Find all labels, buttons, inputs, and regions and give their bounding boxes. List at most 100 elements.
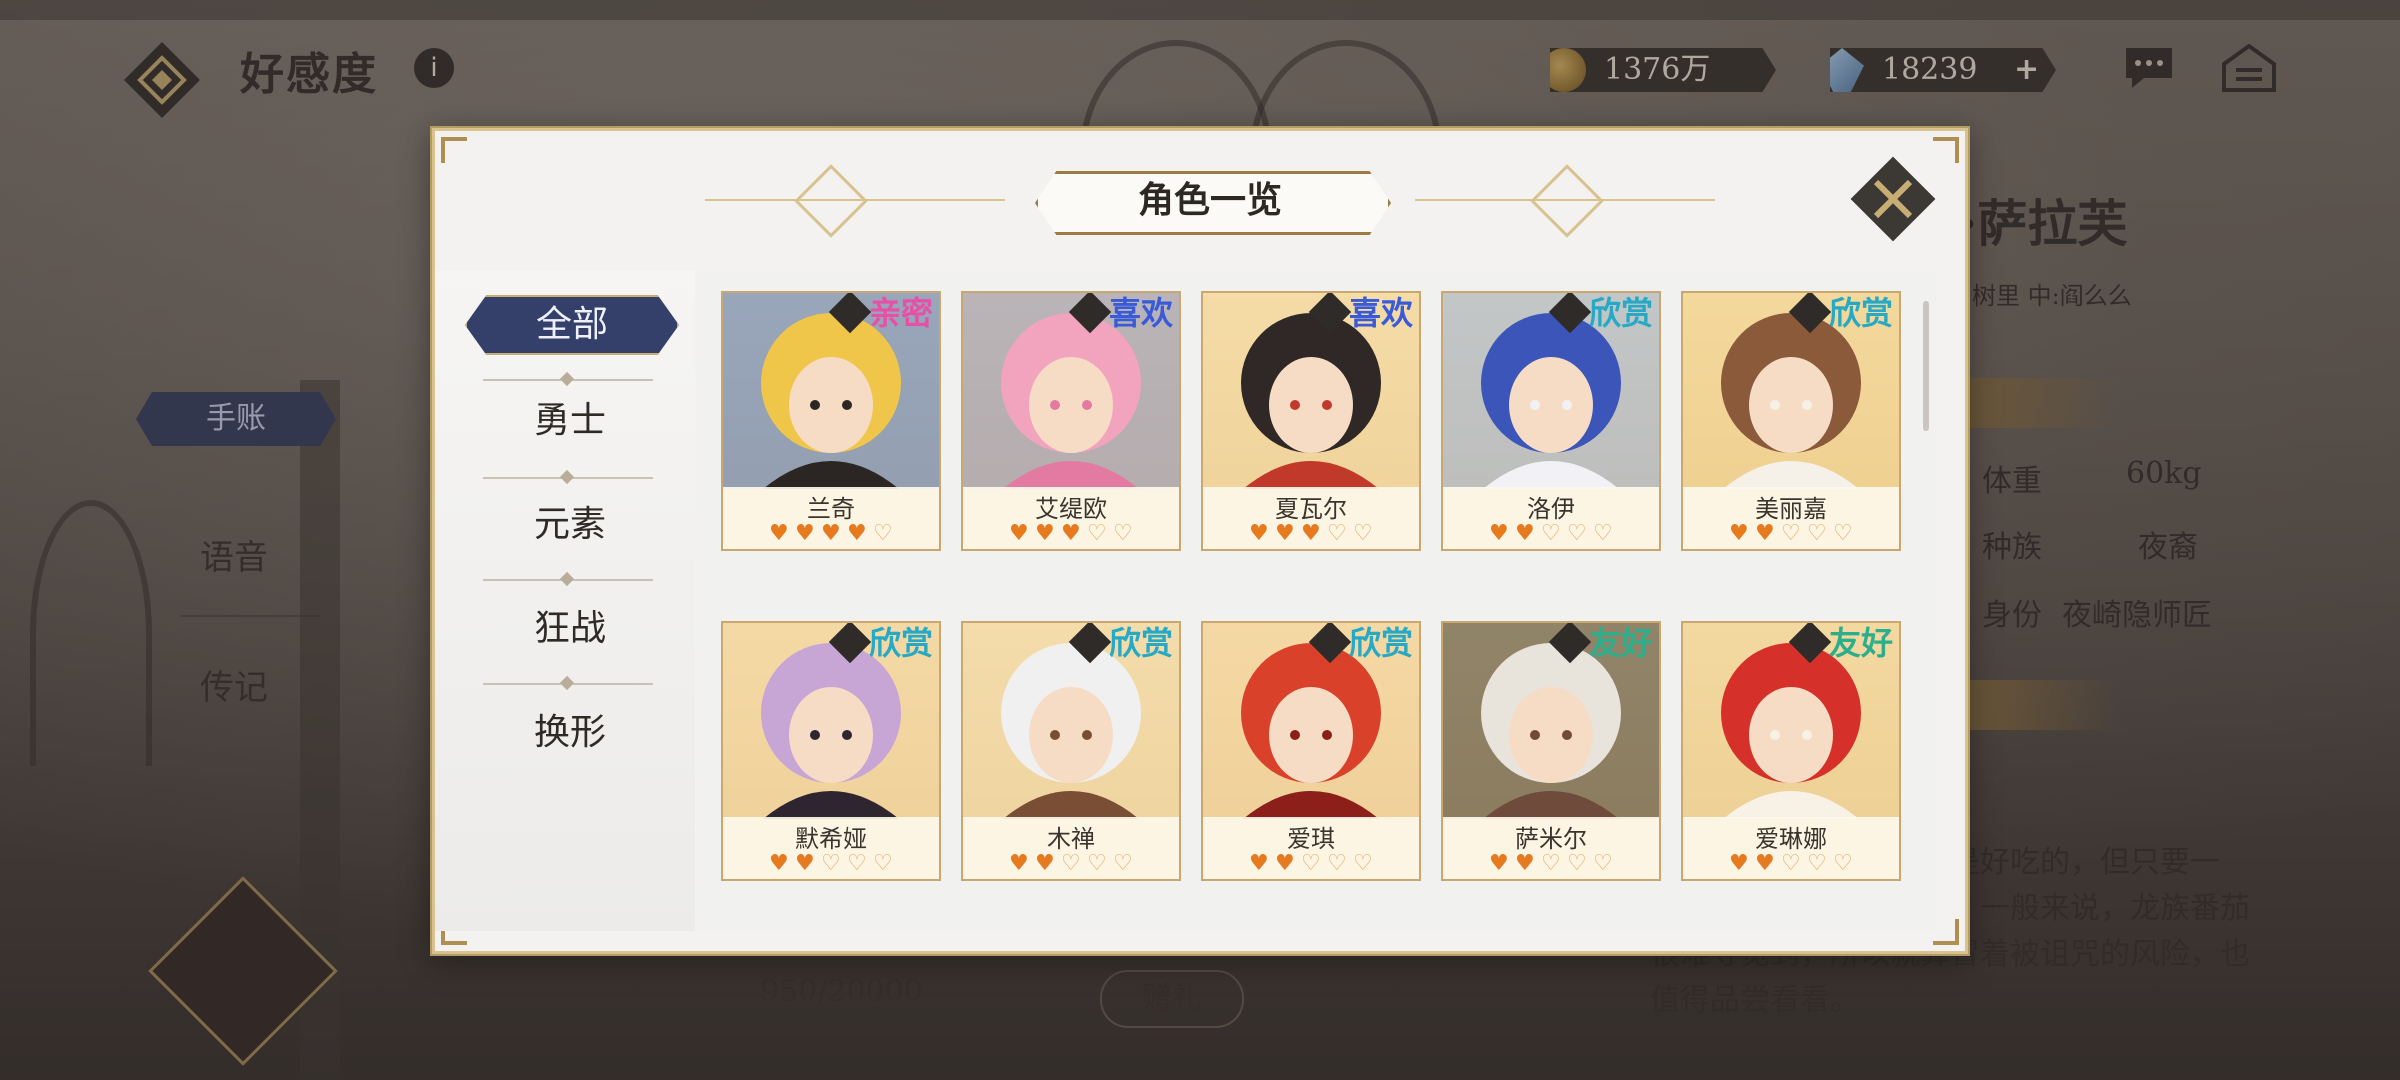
heart-icon: ♡ — [1781, 521, 1801, 546]
modal-title: 角色一览 — [1137, 179, 1282, 221]
badge-diamond-icon — [1788, 293, 1832, 334]
character-card[interactable]: 兰奇 ♥ ♥ ♥ ♥ ♡ 亲密 — [721, 291, 941, 551]
heart-icon: ♡ — [1061, 851, 1081, 876]
heart-icon: ♡ — [1567, 851, 1587, 876]
character-card[interactable]: 艾缇欧 ♥ ♥ ♥ ♡ ♡ 喜欢 — [961, 291, 1181, 551]
heart-icon: ♡ — [1593, 521, 1613, 546]
badge-diamond-icon — [1068, 623, 1112, 664]
heart-icon: ♥ — [1009, 851, 1029, 876]
affinity-level-label: 喜欢 — [1348, 294, 1413, 332]
character-name-label: 萨米尔 — [1515, 825, 1587, 853]
heart-icon: ♥ — [1755, 851, 1775, 876]
heart-icon: ♥ — [1489, 521, 1509, 546]
heart-icon: ♡ — [1807, 521, 1827, 546]
character-name-label: 洛伊 — [1527, 495, 1575, 523]
heart-icon: ♡ — [1087, 521, 1107, 546]
affinity-hearts: ♥ ♥ ♥ ♥ ♡ — [757, 521, 907, 546]
affinity-badge: 喜欢 — [1068, 293, 1179, 335]
affinity-level-label: 友好 — [1828, 624, 1893, 662]
heart-icon: ♡ — [1807, 851, 1827, 876]
character-name-label: 夏瓦尔 — [1275, 495, 1347, 523]
heart-icon: ♡ — [1781, 851, 1801, 876]
modal-corner — [441, 137, 467, 163]
heart-icon: ♥ — [1035, 851, 1055, 876]
heart-icon: ♥ — [795, 521, 815, 546]
heart-icon: ♥ — [769, 521, 789, 546]
character-card[interactable]: 夏瓦尔 ♥ ♥ ♥ ♡ ♡ 喜欢 — [1201, 291, 1421, 551]
affinity-badge: 欣赏 — [1068, 623, 1179, 665]
character-card[interactable]: 木禅 ♥ ♥ ♡ ♡ ♡ 欣赏 — [961, 621, 1181, 881]
character-card[interactable]: 萨米尔 ♥ ♥ ♡ ♡ ♡ 友好 — [1441, 621, 1661, 881]
heart-icon: ♥ — [1515, 521, 1535, 546]
affinity-hearts: ♥ ♥ ♡ ♡ ♡ — [1477, 521, 1627, 546]
tab-warrior[interactable]: 勇士 — [465, 393, 675, 449]
tab-all[interactable]: 全部 — [465, 295, 679, 355]
heart-icon: ♥ — [1275, 521, 1295, 546]
heart-icon: ♡ — [1567, 521, 1587, 546]
heart-icon: ♡ — [1833, 521, 1853, 546]
heart-icon: ♡ — [1113, 521, 1133, 546]
character-card[interactable]: 美丽嘉 ♥ ♥ ♡ ♡ ♡ 欣赏 — [1681, 291, 1901, 551]
heart-icon: ♡ — [1833, 851, 1853, 876]
character-name-label: 美丽嘉 — [1755, 495, 1827, 523]
affinity-level-label: 欣赏 — [1348, 624, 1413, 662]
heart-icon: ♥ — [1249, 521, 1269, 546]
affinity-hearts: ♥ ♥ ♡ ♡ ♡ — [1237, 851, 1387, 876]
affinity-level-label: 友好 — [1588, 624, 1653, 662]
affinity-badge: 欣赏 — [1548, 293, 1659, 335]
heart-icon: ♥ — [769, 851, 789, 876]
heart-icon: ♥ — [1755, 521, 1775, 546]
character-list-modal: 角色一览 全部 勇士 元素 狂战 换形 兰奇 ♥ ♥ ♥ ♥ ♡ 亲密 艾缇欧 ♥ ♥ ♥ ♡ ♡ 喜欢夏… — [432, 128, 1968, 954]
affinity-hearts: ♥ ♥ ♡ ♡ ♡ — [997, 851, 1147, 876]
affinity-badge: 友好 — [1548, 623, 1659, 665]
affinity-hearts: ♥ ♥ ♥ ♡ ♡ — [1237, 521, 1387, 546]
heart-icon: ♡ — [1353, 851, 1373, 876]
heart-icon: ♥ — [821, 521, 841, 546]
heart-icon: ♡ — [1327, 521, 1347, 546]
title-deco-diamond — [794, 164, 868, 238]
heart-icon: ♡ — [821, 851, 841, 876]
affinity-level-label: 亲密 — [868, 294, 933, 332]
character-name-label: 爱琪 — [1287, 825, 1335, 853]
character-name-label: 艾缇欧 — [1035, 495, 1107, 523]
heart-icon: ♥ — [1249, 851, 1269, 876]
heart-icon: ♡ — [1301, 851, 1321, 876]
heart-icon: ♥ — [1489, 851, 1509, 876]
badge-diamond-icon — [1548, 623, 1592, 664]
character-card[interactable]: 默希娅 ♥ ♥ ♡ ♡ ♡ 欣赏 — [721, 621, 941, 881]
character-name-label: 木禅 — [1047, 825, 1095, 853]
heart-icon: ♡ — [873, 521, 893, 546]
badge-diamond-icon — [1788, 623, 1832, 664]
heart-icon: ♥ — [1515, 851, 1535, 876]
heart-icon: ♥ — [1729, 851, 1749, 876]
affinity-badge: 喜欢 — [1308, 293, 1419, 335]
heart-icon: ♥ — [1035, 521, 1055, 546]
character-name-label: 兰奇 — [807, 495, 855, 523]
affinity-level-label: 欣赏 — [1588, 294, 1653, 332]
affinity-hearts: ♥ ♥ ♡ ♡ ♡ — [1477, 851, 1627, 876]
affinity-level-label: 欣赏 — [1108, 624, 1173, 662]
tab-divider — [483, 379, 653, 381]
character-card[interactable]: 爱琳娜 ♥ ♥ ♡ ♡ ♡ 友好 — [1681, 621, 1901, 881]
character-card[interactable]: 洛伊 ♥ ♥ ♡ ♡ ♡ 欣赏 — [1441, 291, 1661, 551]
affinity-hearts: ♥ ♥ ♡ ♡ ♡ — [1717, 521, 1867, 546]
badge-diamond-icon — [1548, 293, 1592, 334]
heart-icon: ♡ — [1593, 851, 1613, 876]
heart-icon: ♥ — [1301, 521, 1321, 546]
badge-diamond-icon — [1308, 623, 1352, 664]
close-icon[interactable] — [1850, 156, 1936, 242]
affinity-hearts: ♥ ♥ ♥ ♡ ♡ — [997, 521, 1147, 546]
badge-diamond-icon — [1308, 293, 1352, 334]
tab-shapeshifter[interactable]: 换形 — [465, 705, 675, 761]
tab-element[interactable]: 元素 — [465, 497, 675, 553]
affinity-level-label: 欣赏 — [868, 624, 933, 662]
affinity-level-label: 喜欢 — [1108, 294, 1173, 332]
card-grid-scrollbar[interactable] — [1923, 301, 1929, 431]
character-card[interactable]: 爱琪 ♥ ♥ ♡ ♡ ♡ 欣赏 — [1201, 621, 1421, 881]
badge-diamond-icon — [828, 623, 872, 664]
tab-berserker[interactable]: 狂战 — [465, 601, 675, 657]
heart-icon: ♥ — [1729, 521, 1749, 546]
modal-corner — [1933, 137, 1959, 163]
affinity-hearts: ♥ ♥ ♡ ♡ ♡ — [1717, 851, 1867, 876]
heart-icon: ♥ — [795, 851, 815, 876]
